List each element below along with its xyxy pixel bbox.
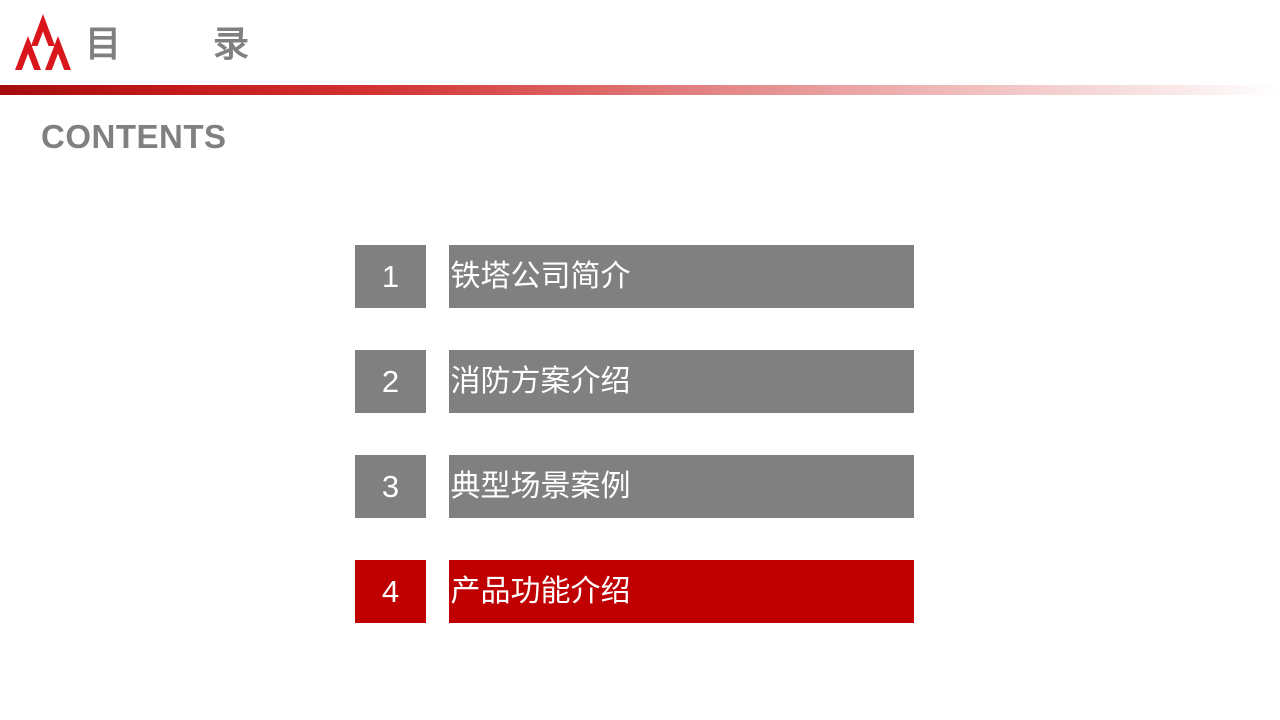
toc-item-1[interactable]: 1 铁塔公司简介 — [355, 245, 914, 308]
toc-item-number: 3 — [355, 455, 426, 518]
toc-item-bar — [449, 350, 914, 413]
toc-item-4[interactable]: 4 产品功能介绍 — [355, 560, 914, 623]
toc-item-bar — [449, 455, 914, 518]
table-of-contents: 1 铁塔公司简介 2 消防方案介绍 3 典型场景案例 4 产品功能介绍 — [355, 245, 914, 623]
toc-item-number: 4 — [355, 560, 426, 623]
toc-item-bar — [449, 560, 914, 623]
toc-item-2[interactable]: 2 消防方案介绍 — [355, 350, 914, 413]
header-gradient-divider — [0, 85, 1280, 95]
toc-item-number: 1 — [355, 245, 426, 308]
toc-item-number: 2 — [355, 350, 426, 413]
slide-header: 目 录 — [0, 0, 1280, 95]
china-tower-logo-icon — [12, 12, 74, 72]
toc-item-bar — [449, 245, 914, 308]
contents-heading: CONTENTS — [41, 118, 227, 155]
toc-item-3[interactable]: 3 典型场景案例 — [355, 455, 914, 518]
page-title: 目 录 — [85, 23, 278, 64]
